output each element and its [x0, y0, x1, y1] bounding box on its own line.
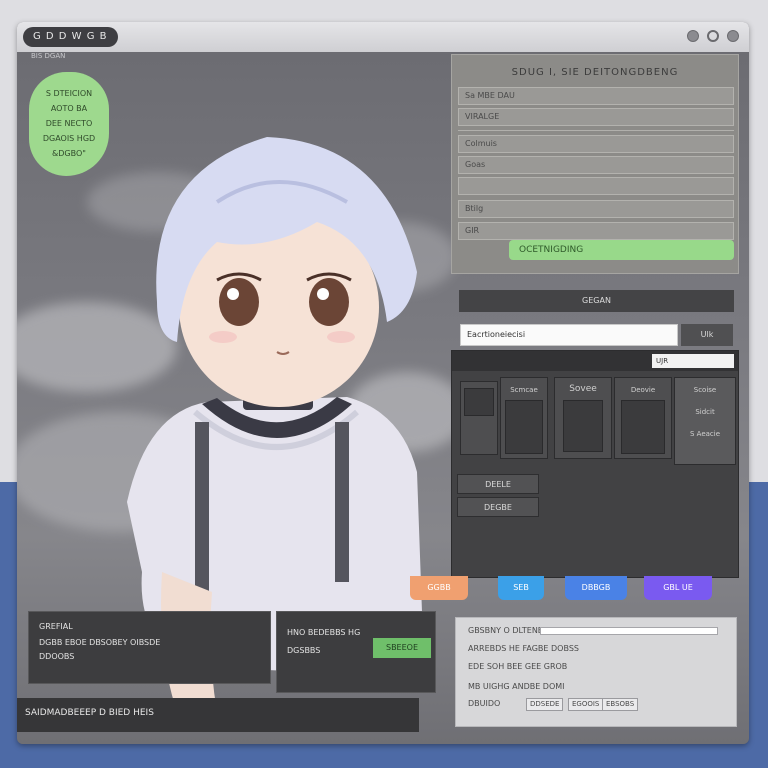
- tab-cyan[interactable]: SEB: [498, 576, 544, 600]
- delete-button[interactable]: DEELE: [457, 474, 539, 494]
- side-label: Sidcit: [695, 408, 715, 416]
- speech-line: &DGBO": [52, 149, 86, 158]
- folder-tile[interactable]: Deovie: [614, 377, 672, 459]
- form-field[interactable]: VIRALGE: [458, 108, 734, 126]
- setting-label: MB UIGHG ANDBE DOMI: [468, 682, 565, 691]
- input-submit-button[interactable]: Ulk: [681, 324, 733, 346]
- info-panel: GREFIAL DGBB EBOE DBSOBEY OIBSDE DDOOBS: [28, 611, 271, 684]
- action-text: DGSBBS: [287, 646, 321, 655]
- form-field[interactable]: Goas: [458, 156, 734, 174]
- action-panel: HNO BEDEBBS HG DGSBBS SBEEOE: [276, 611, 436, 693]
- minimize-button[interactable]: [687, 30, 699, 42]
- folder-tile[interactable]: [460, 381, 498, 455]
- speech-line: AOTO BA: [50, 104, 88, 113]
- window-title: G D D W G B: [23, 27, 118, 47]
- text-input[interactable]: Eacrtioneiecisi: [460, 324, 678, 346]
- info-text: DDOOBS: [39, 652, 75, 661]
- setting-slider[interactable]: [540, 627, 718, 635]
- folder-tile[interactable]: Scmcae: [500, 377, 548, 459]
- form-title: SDUG I, SIE DEITONGDBENG: [511, 67, 679, 78]
- option-chip[interactable]: EBSOBS: [602, 698, 639, 711]
- form-field[interactable]: GIR: [458, 222, 734, 240]
- option-chip[interactable]: DDSEDE: [526, 698, 564, 711]
- speech-bubble: S DTEICION AOTO BA DEE NECTO DGAOIS HGD …: [29, 72, 109, 176]
- form-field[interactable]: [458, 177, 734, 195]
- option-chip[interactable]: EGOOIS: [568, 698, 604, 711]
- action-bar-button[interactable]: GEGAN: [459, 290, 734, 312]
- settings-panel: GBSBNY O DLTENETB ARREBDS HE FAGBE DOBSS…: [455, 617, 737, 727]
- speech-line: S DTEICION: [45, 89, 93, 98]
- tile-label: Scoise: [693, 386, 717, 394]
- folder-tile[interactable]: Sovee: [554, 377, 612, 459]
- title-bar: G D D W G B: [17, 22, 749, 52]
- form-field[interactable]: Sa MBE DAU: [458, 87, 734, 105]
- form-divider: [458, 130, 734, 131]
- maximize-button[interactable]: [707, 30, 719, 42]
- footer-label: DBUIDO: [468, 699, 501, 708]
- info-text: DGBB EBOE DBSOBEY OIBSDE: [39, 638, 161, 647]
- file-browser-window: UJR Scmcae Sovee Deovie Scoise Sidcit S …: [451, 350, 739, 578]
- info-title: GREFIAL: [39, 622, 73, 631]
- side-label: S Aeacie: [689, 430, 721, 438]
- folder-tile[interactable]: Scoise Sidcit S Aeacie: [674, 377, 736, 465]
- confirm-button[interactable]: SBEEOE: [373, 638, 431, 658]
- tab-orange[interactable]: GGBB: [410, 576, 468, 600]
- file-browser-toolbar: UJR: [452, 351, 738, 371]
- chat-bar[interactable]: SAIDMADBEEEP D BIED HEIS: [17, 698, 419, 732]
- tab-purple[interactable]: GBL UE: [644, 576, 712, 600]
- action-title: HNO BEDEBBS HG: [287, 628, 361, 637]
- submit-button[interactable]: OCETNIGDING: [509, 240, 734, 260]
- tile-label: Sovee: [569, 384, 597, 394]
- form-field[interactable]: Btilg: [458, 200, 734, 218]
- form-field[interactable]: Colmuis: [458, 135, 734, 153]
- search-input[interactable]: UJR: [652, 354, 734, 368]
- setting-label: EDE SOH BEE GEE GROB: [468, 662, 568, 671]
- tile-label: Deovie: [630, 386, 656, 394]
- window-controls: [687, 30, 739, 42]
- window-caption: BIS DGAN: [31, 52, 66, 60]
- speech-line: DGAOIS HGD: [42, 134, 96, 143]
- tile-label: Scmcae: [510, 386, 538, 394]
- close-button[interactable]: [727, 30, 739, 42]
- tab-blue[interactable]: DBBGB: [565, 576, 627, 600]
- speech-line: DEE NECTO: [45, 119, 93, 128]
- setting-label: ARREBDS HE FAGBE DOBSS: [468, 644, 579, 653]
- secondary-button[interactable]: DEGBE: [457, 497, 539, 517]
